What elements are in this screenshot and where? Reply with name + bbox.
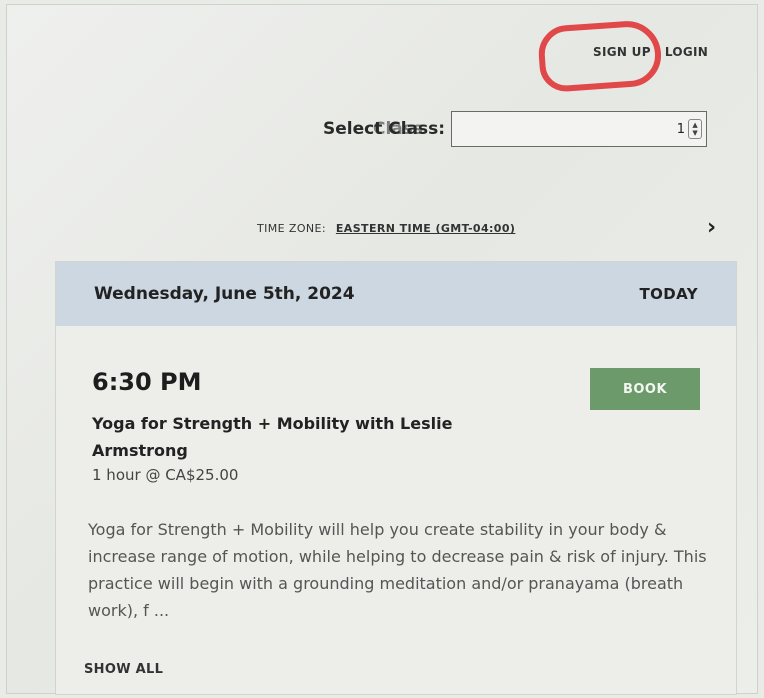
class-select-row: Select Class: Class 1 ▲ ▼ [323, 111, 708, 147]
quantity-stepper[interactable]: ▲ ▼ [688, 119, 703, 139]
timezone-row: TIME ZONE: EASTERN TIME (GMT-04:00) [257, 222, 515, 235]
select-label-ghost: Class [373, 119, 424, 139]
quantity-value: 1 [676, 121, 686, 137]
top-nav: SIGN UP LOGIN [536, 18, 708, 94]
signup-link[interactable]: SIGN UP [593, 45, 651, 59]
class-time: 6:30 PM [92, 368, 202, 396]
login-link[interactable]: LOGIN [665, 45, 708, 59]
booking-page: SIGN UP LOGIN Select Class: Class 1 ▲ ▼ … [6, 4, 758, 695]
signup-wrapper: SIGN UP [536, 18, 664, 94]
class-description: Yoga for Strength + Mobility will help y… [88, 520, 707, 620]
schedule-card: Wednesday, June 5th, 2024 TODAY 6:30 PM … [55, 261, 737, 695]
chevron-right-icon[interactable]: › [707, 215, 716, 240]
stepper-up-icon[interactable]: ▲ [692, 121, 697, 129]
day-title: Wednesday, June 5th, 2024 [94, 284, 355, 304]
day-header: Wednesday, June 5th, 2024 TODAY [56, 262, 736, 326]
today-label: TODAY [639, 285, 698, 303]
timezone-label: TIME ZONE: [257, 222, 326, 235]
timezone-link[interactable]: EASTERN TIME (GMT-04:00) [336, 222, 515, 235]
class-name: Yoga for Strength + Mobility with Leslie… [92, 414, 453, 460]
class-select-label: Select Class: Class [323, 119, 445, 139]
show-all-link[interactable]: SHOW ALL [84, 662, 163, 677]
class-quantity-input[interactable]: 1 ▲ ▼ [451, 111, 708, 147]
class-duration-price: 1 hour @ CA$25.00 [92, 466, 239, 484]
book-button[interactable]: BOOK [590, 368, 700, 410]
stepper-down-icon[interactable]: ▼ [692, 129, 697, 137]
